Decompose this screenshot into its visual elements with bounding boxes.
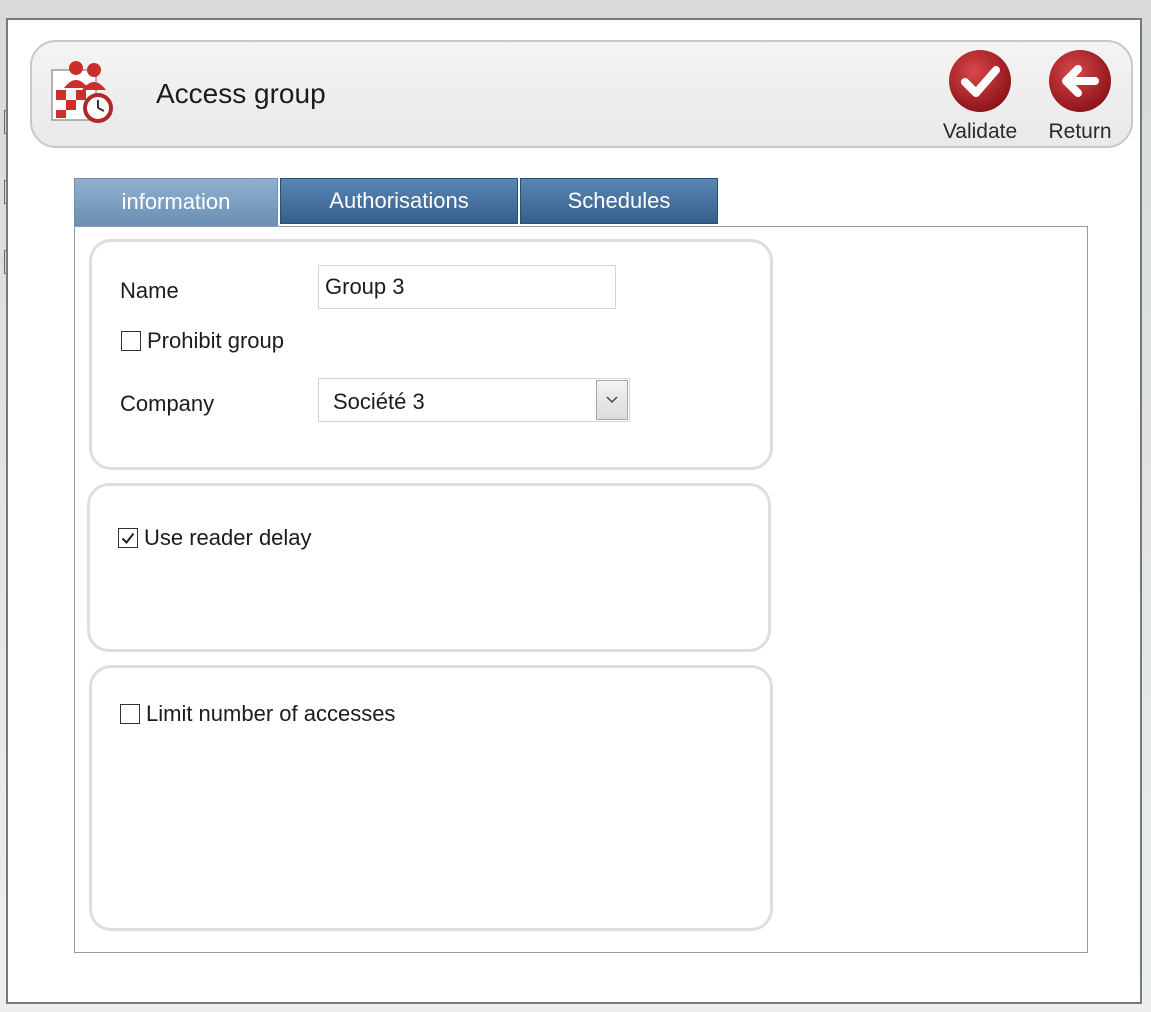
title-bar: Access group Validate Return <box>30 40 1133 148</box>
limit-number-of-accesses-label: Limit number of accesses <box>146 701 396 726</box>
return-button[interactable]: Return <box>1038 48 1122 148</box>
access-group-icon <box>48 56 118 126</box>
arrow-left-icon <box>1049 50 1111 112</box>
prohibit-group-label: Prohibit group <box>147 328 284 353</box>
name-label: Name <box>120 278 179 303</box>
company-select-value: Société 3 <box>333 389 425 414</box>
tab-authorisations[interactable]: Authorisations <box>280 178 518 224</box>
company-select[interactable]: Société 3 <box>318 378 630 422</box>
check-icon <box>949 50 1011 112</box>
tab-information[interactable]: information <box>74 178 278 226</box>
checkmark-icon <box>121 532 135 545</box>
validate-label: Validate <box>942 120 1018 143</box>
limit-access-group: Limit number of accesses <box>89 665 773 931</box>
checkbox-box[interactable] <box>121 331 141 351</box>
reader-delay-group: Use reader delay <box>87 483 771 652</box>
dropdown-button[interactable] <box>596 380 628 420</box>
checkbox-box[interactable] <box>120 704 140 724</box>
general-group: Name Prohibit group Company Société 3 <box>89 239 773 470</box>
use-reader-delay-label: Use reader delay <box>144 525 312 550</box>
company-label: Company <box>120 391 215 416</box>
tab-schedules[interactable]: Schedules <box>520 178 718 224</box>
tab-label: Schedules <box>567 188 671 213</box>
dialog-title: Access group <box>156 78 326 109</box>
tab-panel-information: Name Prohibit group Company Société 3 <box>74 226 1088 953</box>
chevron-down-icon <box>606 396 618 404</box>
name-field[interactable] <box>318 265 616 309</box>
prohibit-group-checkbox[interactable]: Prohibit group <box>121 328 284 354</box>
tab-label: information <box>121 189 231 214</box>
validate-button[interactable]: Validate <box>938 48 1022 148</box>
use-reader-delay-checkbox[interactable]: Use reader delay <box>118 525 312 551</box>
access-group-dialog: Access group Validate Return information… <box>6 18 1142 1004</box>
checkbox-box[interactable] <box>118 528 138 548</box>
return-label: Return <box>1048 120 1112 143</box>
tab-label: Authorisations <box>329 188 469 213</box>
limit-number-of-accesses-checkbox[interactable]: Limit number of accesses <box>120 701 395 727</box>
